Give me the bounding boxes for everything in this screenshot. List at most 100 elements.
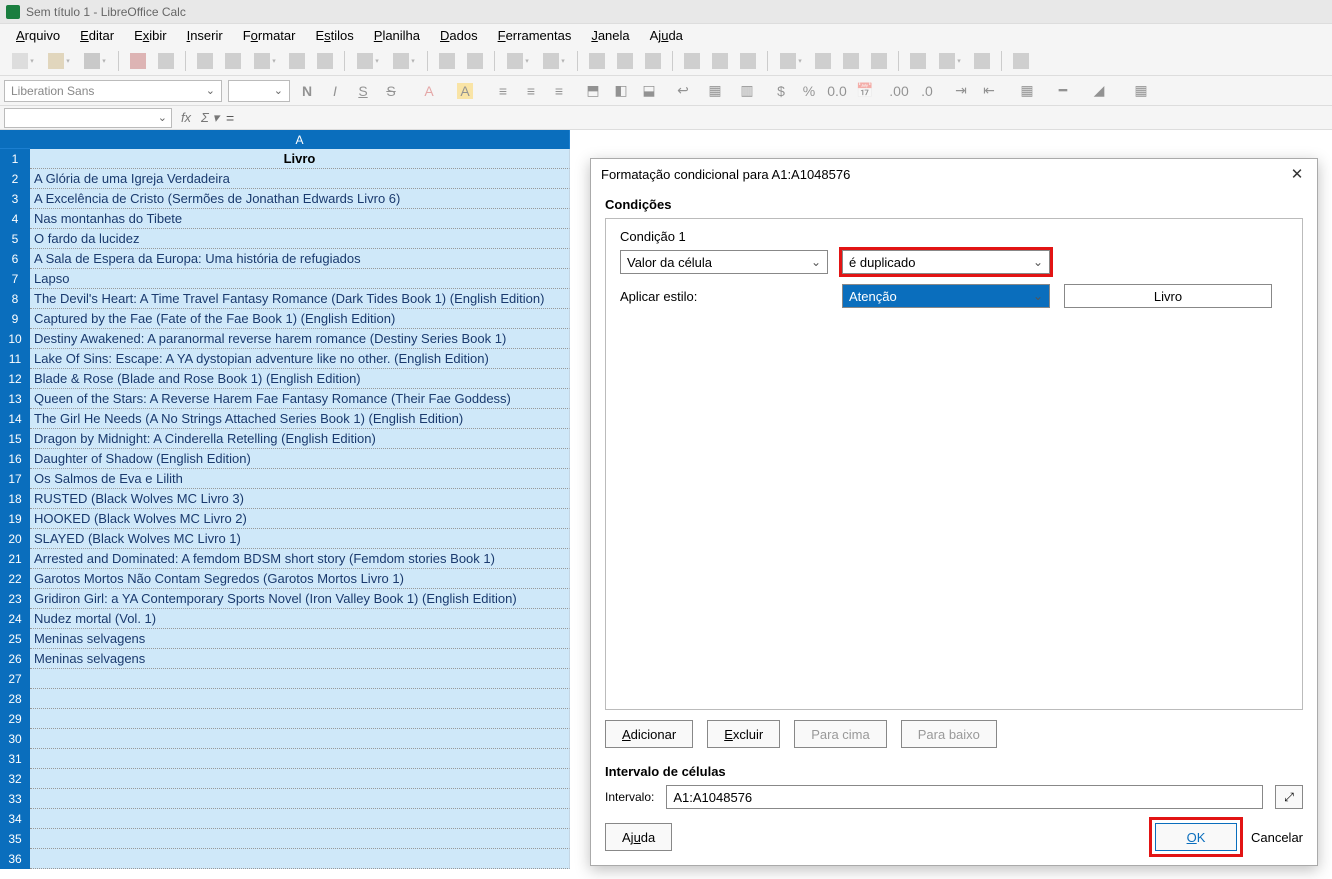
underline-icon[interactable]: S [352,80,374,102]
cell[interactable]: Daughter of Shadow (English Edition) [30,449,570,469]
number-icon[interactable]: 0.0 [826,80,848,102]
freeze-icon[interactable] [907,50,929,72]
row-header[interactable]: 17 [0,469,30,489]
condition-operator-select[interactable]: é duplicado [842,250,1050,274]
chart-icon[interactable] [709,50,731,72]
menu-editar[interactable]: Editar [72,26,122,45]
cell[interactable] [30,669,570,689]
open-icon[interactable] [44,50,74,72]
image-icon[interactable] [681,50,703,72]
cell[interactable]: Livro [30,149,570,169]
row-header[interactable]: 31 [0,749,30,769]
cell[interactable] [30,749,570,769]
row-icon[interactable] [503,50,533,72]
cell[interactable] [30,789,570,809]
clear-format-icon[interactable] [314,50,336,72]
cell[interactable]: Queen of the Stars: A Reverse Harem Fae … [30,389,570,409]
cell[interactable] [30,769,570,789]
ok-button[interactable]: OK [1155,823,1237,851]
condition-type-select[interactable]: Valor da célula [620,250,828,274]
row-header[interactable]: 1 [0,149,30,169]
cell[interactable]: A Glória de uma Igreja Verdadeira [30,169,570,189]
copy-icon[interactable] [222,50,244,72]
cell[interactable]: Nudez mortal (Vol. 1) [30,609,570,629]
row-header[interactable]: 27 [0,669,30,689]
autofilter-icon[interactable] [642,50,664,72]
row-header[interactable]: 30 [0,729,30,749]
row-header[interactable]: 6 [0,249,30,269]
cell[interactable]: HOOKED (Black Wolves MC Livro 2) [30,509,570,529]
menu-planilha[interactable]: Planilha [366,26,428,45]
clone-format-icon[interactable] [286,50,308,72]
row-header[interactable]: 23 [0,589,30,609]
inc-dec-icon[interactable]: .00 [888,80,910,102]
currency-icon[interactable]: $ [770,80,792,102]
find-icon[interactable] [436,50,458,72]
menu-arquivo[interactable]: Arquivo [8,26,68,45]
menu-formatar[interactable]: Formatar [235,26,304,45]
row-header[interactable]: 29 [0,709,30,729]
row-header[interactable]: 33 [0,789,30,809]
redo-icon[interactable] [389,50,419,72]
remove-button[interactable]: Excluir [707,720,780,748]
undo-icon[interactable] [353,50,383,72]
row-header[interactable]: 24 [0,609,30,629]
wrap-icon[interactable]: ↩ [672,80,694,102]
sum-icon[interactable]: Σ ▾ [200,109,220,127]
date-icon[interactable]: 📅 [854,80,876,102]
cell[interactable] [30,809,570,829]
cell[interactable]: Meninas selvagens [30,649,570,669]
cell[interactable] [30,689,570,709]
cancel-button[interactable]: Cancelar [1251,830,1303,845]
row-header[interactable]: 9 [0,309,30,329]
cell[interactable]: A Excelência de Cristo (Sermões de Jonat… [30,189,570,209]
row-header[interactable]: 25 [0,629,30,649]
row-header[interactable]: 11 [0,349,30,369]
help-button[interactable]: Ajuda [605,823,672,851]
col-icon[interactable] [539,50,569,72]
save-icon[interactable] [80,50,110,72]
cell[interactable]: Captured by the Fae (Fate of the Fae Boo… [30,309,570,329]
cell[interactable]: Nas montanhas do Tibete [30,209,570,229]
bold-icon[interactable]: N [296,80,318,102]
font-size-select[interactable] [228,80,290,102]
align-right-icon[interactable]: ≡ [548,80,570,102]
row-header[interactable]: 36 [0,849,30,869]
row-header[interactable]: 8 [0,289,30,309]
move-down-button[interactable]: Para baixo [901,720,997,748]
cell[interactable]: O fardo da lucidez [30,229,570,249]
cell[interactable]: Lake Of Sins: Escape: A YA dystopian adv… [30,349,570,369]
row-header[interactable]: 4 [0,209,30,229]
style-select[interactable]: Atenção [842,284,1050,308]
dec-dec-icon[interactable]: .0 [916,80,938,102]
paste-icon[interactable] [250,50,280,72]
valign-mid-icon[interactable]: ◧ [610,80,632,102]
cell[interactable] [30,709,570,729]
cell[interactable]: Dragon by Midnight: A Cinderella Retelli… [30,429,570,449]
cell[interactable]: Meninas selvagens [30,629,570,649]
sort-desc-icon[interactable] [614,50,636,72]
new-doc-icon[interactable] [8,50,38,72]
align-center-icon[interactable]: ≡ [520,80,542,102]
comment-icon[interactable] [840,50,862,72]
row-header[interactable]: 18 [0,489,30,509]
cell[interactable]: SLAYED (Black Wolves MC Livro 1) [30,529,570,549]
cell[interactable]: Garotos Mortos Não Contam Segredos (Garo… [30,569,570,589]
pdf-icon[interactable] [127,50,149,72]
border-color-icon[interactable]: ◢ [1084,80,1114,102]
add-button[interactable]: Adicionar [605,720,693,748]
menu-janela[interactable]: Janela [583,26,637,45]
border-style-icon[interactable]: ━ [1048,80,1078,102]
cell-style-icon[interactable] [935,50,965,72]
cell[interactable] [30,849,570,869]
menu-ferramentas[interactable]: Ferramentas [490,26,580,45]
corner-select-all[interactable] [0,130,30,149]
shrink-icon[interactable]: ⤢ [1275,785,1303,809]
pivot-icon[interactable] [737,50,759,72]
row-header[interactable]: 10 [0,329,30,349]
row-header[interactable]: 16 [0,449,30,469]
menu-estilos[interactable]: Estilos [307,26,361,45]
valign-bot-icon[interactable]: ⬓ [638,80,660,102]
row-header[interactable]: 35 [0,829,30,849]
cell[interactable]: RUSTED (Black Wolves MC Livro 3) [30,489,570,509]
